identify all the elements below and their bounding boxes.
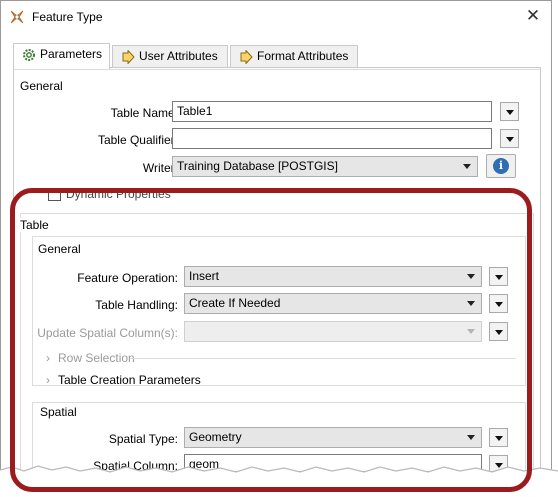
table-creation-parameters-label: Table Creation Parameters xyxy=(58,373,201,387)
table-handling-menu-button[interactable] xyxy=(489,294,508,313)
feature-operation-value: Insert xyxy=(189,269,220,283)
chevron-down-icon xyxy=(506,137,514,142)
update-spatial-columns-label: Update Spatial Column(s): xyxy=(37,326,178,340)
chevron-down-icon xyxy=(506,110,514,115)
chevron-down-icon xyxy=(495,302,503,307)
spatial-type-value: Geometry xyxy=(189,430,242,444)
table-handling-value: Create If Needed xyxy=(189,296,281,310)
table-qualifier-input[interactable] xyxy=(172,128,492,149)
fme-app-icon xyxy=(10,10,24,24)
tab-label: User Attributes xyxy=(139,49,218,63)
divider xyxy=(14,69,540,70)
chevron-down-icon xyxy=(495,275,503,280)
chevron-right-icon: › xyxy=(46,373,50,387)
title-bar: Feature Type ✕ xyxy=(1,1,551,34)
update-spatial-columns-select[interactable] xyxy=(184,321,482,342)
tab-label: Format Attributes xyxy=(257,49,349,63)
table-name-label: Table Name: xyxy=(110,106,178,120)
spatial-type-label: Spatial Type: xyxy=(108,432,178,446)
general-group-label: General xyxy=(20,79,63,93)
torn-edge xyxy=(0,465,558,497)
feature-operation-select[interactable]: Insert xyxy=(184,266,482,287)
writer-select[interactable]: Training Database [POSTGIS] xyxy=(172,156,478,177)
dynamic-properties-label: Dynamic Properties xyxy=(66,187,171,201)
chevron-down-icon xyxy=(463,164,471,169)
feature-type-dialog: Feature Type ✕ Parameters User Attribute… xyxy=(0,0,552,478)
table-qualifier-label: Table Qualifier: xyxy=(97,133,178,147)
table-general-label: General xyxy=(38,242,81,256)
chevron-right-icon: › xyxy=(46,351,50,365)
feature-operation-label: Feature Operation: xyxy=(77,271,178,285)
arrow-right-icon xyxy=(240,50,253,64)
window-title: Feature Type xyxy=(32,10,103,24)
row-selection-expander[interactable]: › Row Selection xyxy=(46,351,135,365)
tab-user-attributes[interactable]: User Attributes xyxy=(112,45,228,68)
writer-value: Training Database [POSTGIS] xyxy=(177,159,338,173)
arrow-right-icon xyxy=(122,50,135,64)
close-button[interactable]: ✕ xyxy=(519,3,547,29)
close-icon: ✕ xyxy=(525,6,541,25)
tab-label: Parameters xyxy=(40,47,103,61)
dynamic-properties-checkbox[interactable] xyxy=(48,188,61,201)
table-handling-label: Table Handling: xyxy=(95,298,178,312)
info-icon: i xyxy=(493,158,509,174)
tab-parameters[interactable]: Parameters xyxy=(13,43,110,69)
table-creation-parameters-expander[interactable]: › Table Creation Parameters xyxy=(46,373,201,387)
table-qualifier-menu-button[interactable] xyxy=(500,129,519,148)
table-name-input[interactable]: Table1 xyxy=(172,101,492,122)
chevron-down-icon xyxy=(495,330,503,335)
writer-info-button[interactable]: i xyxy=(486,154,516,178)
table-name-menu-button[interactable] xyxy=(500,102,519,121)
divider xyxy=(130,358,516,359)
spatial-type-menu-button[interactable] xyxy=(489,428,508,447)
spatial-label: Spatial xyxy=(40,405,77,419)
feature-operation-menu-button[interactable] xyxy=(489,267,508,286)
chevron-down-icon xyxy=(495,436,503,441)
parameters-panel: General Table Name: Table1 Table Qualifi… xyxy=(13,67,541,472)
update-spatial-columns-menu-button[interactable] xyxy=(489,322,508,341)
table-handling-select[interactable]: Create If Needed xyxy=(184,293,482,314)
row-selection-label: Row Selection xyxy=(58,351,135,365)
chevron-down-icon xyxy=(467,274,475,279)
chevron-down-icon xyxy=(467,301,475,306)
writer-label: Writer: xyxy=(142,161,178,175)
chevron-down-icon xyxy=(467,435,475,440)
table-group-label: Table xyxy=(20,218,49,232)
tab-format-attributes[interactable]: Format Attributes xyxy=(230,45,358,68)
chevron-down-icon xyxy=(467,329,475,334)
gear-icon xyxy=(23,49,35,61)
spatial-type-select[interactable]: Geometry xyxy=(184,427,482,448)
